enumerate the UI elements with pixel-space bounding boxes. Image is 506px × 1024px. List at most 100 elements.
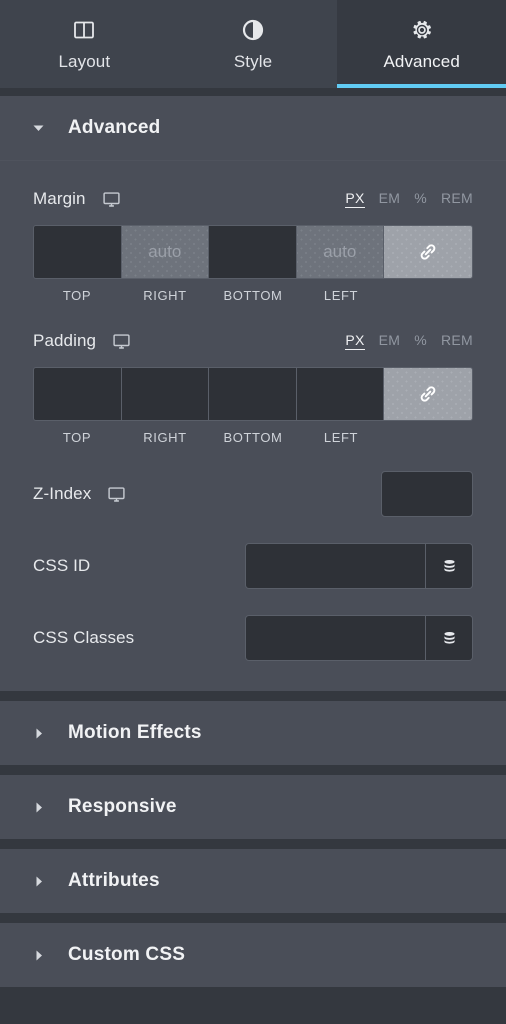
margin-label: Margin <box>33 189 86 208</box>
control-css-classes: CSS Classes <box>33 589 473 661</box>
padding-link-values-button[interactable] <box>384 368 472 420</box>
section-attributes-header[interactable]: Attributes <box>0 849 506 913</box>
gear-icon <box>410 17 434 43</box>
tab-advanced-label: Advanced <box>383 51 460 71</box>
section-motion-effects-header[interactable]: Motion Effects <box>0 701 506 765</box>
caret-right-icon <box>33 950 44 961</box>
section-responsive-header[interactable]: Responsive <box>0 775 506 839</box>
padding-bottom-sublabel: BOTTOM <box>223 430 283 445</box>
margin-top-sublabel: TOP <box>62 288 92 303</box>
columns-icon <box>72 17 96 43</box>
section-advanced-body: Margin PX EM % REM auto auto TOP RIGHT B… <box>0 160 506 691</box>
tab-layout[interactable]: Layout <box>0 0 169 88</box>
padding-left-sublabel: LEFT <box>323 430 359 445</box>
margin-left-sublabel: LEFT <box>323 288 359 303</box>
desktop-icon[interactable] <box>107 485 126 504</box>
section-attributes: Attributes <box>0 849 506 913</box>
css-classes-label: CSS Classes <box>33 628 135 647</box>
padding-label: Padding <box>33 331 97 350</box>
control-z-index: Z-Index <box>33 445 473 517</box>
padding-unit-switcher: PX EM % REM <box>345 332 473 350</box>
css-id-input[interactable] <box>246 544 426 588</box>
section-custom-css-title: Custom CSS <box>68 944 186 965</box>
database-icon <box>441 630 458 647</box>
tab-style-underline <box>169 84 338 88</box>
tab-style[interactable]: Style <box>168 0 338 88</box>
section-motion-effects-title: Motion Effects <box>68 722 202 743</box>
margin-link-values-button[interactable] <box>384 226 472 278</box>
margin-unit-em[interactable]: EM <box>379 190 401 206</box>
padding-top-sublabel: TOP <box>62 430 92 445</box>
caret-down-icon <box>33 124 44 132</box>
section-advanced: Advanced Margin PX EM % REM auto auto TO… <box>0 96 506 691</box>
divider-2 <box>0 765 506 775</box>
panel-tab-bar: Layout Style Advanced <box>0 0 506 88</box>
desktop-icon[interactable] <box>102 190 121 209</box>
section-custom-css: Custom CSS <box>0 923 506 987</box>
tab-advanced[interactable]: Advanced <box>337 0 506 88</box>
margin-bottom-sublabel: BOTTOM <box>223 288 283 303</box>
tab-layout-underline <box>0 84 169 88</box>
margin-sublabels: TOP RIGHT BOTTOM LEFT <box>33 288 473 303</box>
padding-unit-em[interactable]: EM <box>379 332 401 348</box>
padding-left-input[interactable] <box>296 368 384 420</box>
section-responsive: Responsive <box>0 775 506 839</box>
section-responsive-title: Responsive <box>68 796 177 817</box>
margin-right-sublabel: RIGHT <box>143 288 187 303</box>
control-padding: Padding PX EM % REM TOP RIGHT BOTTOM LEF… <box>33 303 473 445</box>
margin-sublabel-spacer <box>385 288 473 303</box>
margin-top-input[interactable] <box>34 226 122 278</box>
link-icon <box>417 383 439 405</box>
caret-right-icon <box>33 802 44 813</box>
margin-right-input[interactable] <box>121 226 209 278</box>
desktop-icon[interactable] <box>112 332 131 351</box>
padding-top-input[interactable] <box>34 368 122 420</box>
link-icon <box>417 241 439 263</box>
padding-right-sublabel: RIGHT <box>143 430 187 445</box>
padding-bottom-input[interactable] <box>209 368 297 420</box>
tab-layout-label: Layout <box>58 51 111 71</box>
css-classes-input[interactable] <box>246 616 426 660</box>
z-index-input[interactable] <box>381 471 473 517</box>
section-motion-effects: Motion Effects <box>0 701 506 765</box>
control-css-id: CSS ID <box>33 517 473 589</box>
z-index-label: Z-Index <box>33 484 92 503</box>
margin-header: Margin PX EM % REM <box>33 187 473 211</box>
margin-bottom-input[interactable] <box>209 226 297 278</box>
divider-3 <box>0 839 506 849</box>
margin-unit-rem[interactable]: REM <box>441 190 473 206</box>
control-margin: Margin PX EM % REM auto auto TOP RIGHT B… <box>33 161 473 303</box>
css-id-label: CSS ID <box>33 556 91 575</box>
contrast-icon <box>241 17 265 43</box>
divider-1 <box>0 691 506 701</box>
caret-right-icon <box>33 876 44 887</box>
padding-unit-rem[interactable]: REM <box>441 332 473 348</box>
margin-left-input[interactable] <box>296 226 384 278</box>
css-classes-dynamic-tags-button[interactable] <box>426 616 472 660</box>
tab-style-label: Style <box>233 51 273 71</box>
divider-5 <box>0 987 506 1024</box>
padding-right-input[interactable] <box>121 368 209 420</box>
padding-sublabel-spacer <box>385 430 473 445</box>
margin-unit-pct[interactable]: % <box>414 190 427 206</box>
section-attributes-title: Attributes <box>68 870 160 891</box>
section-custom-css-header[interactable]: Custom CSS <box>0 923 506 987</box>
database-icon <box>441 558 458 575</box>
margin-unit-px[interactable]: PX <box>345 190 365 208</box>
padding-unit-px[interactable]: PX <box>345 332 365 350</box>
elementor-settings-panel: Layout Style Advanced Advanced Margin PX… <box>0 0 506 1024</box>
section-advanced-header[interactable]: Advanced <box>0 96 506 160</box>
padding-unit-pct[interactable]: % <box>414 332 427 348</box>
css-id-field-group <box>245 543 473 589</box>
padding-sublabels: TOP RIGHT BOTTOM LEFT <box>33 430 473 445</box>
css-id-dynamic-tags-button[interactable] <box>426 544 472 588</box>
margin-unit-switcher: PX EM % REM <box>345 190 473 208</box>
tab-advanced-underline <box>337 84 506 88</box>
css-classes-field-group <box>245 615 473 661</box>
section-advanced-title: Advanced <box>68 117 161 138</box>
padding-header: Padding PX EM % REM <box>33 329 473 353</box>
tabbar-gap <box>0 88 506 96</box>
margin-input-group <box>33 225 473 279</box>
divider-4 <box>0 913 506 923</box>
padding-input-group <box>33 367 473 421</box>
